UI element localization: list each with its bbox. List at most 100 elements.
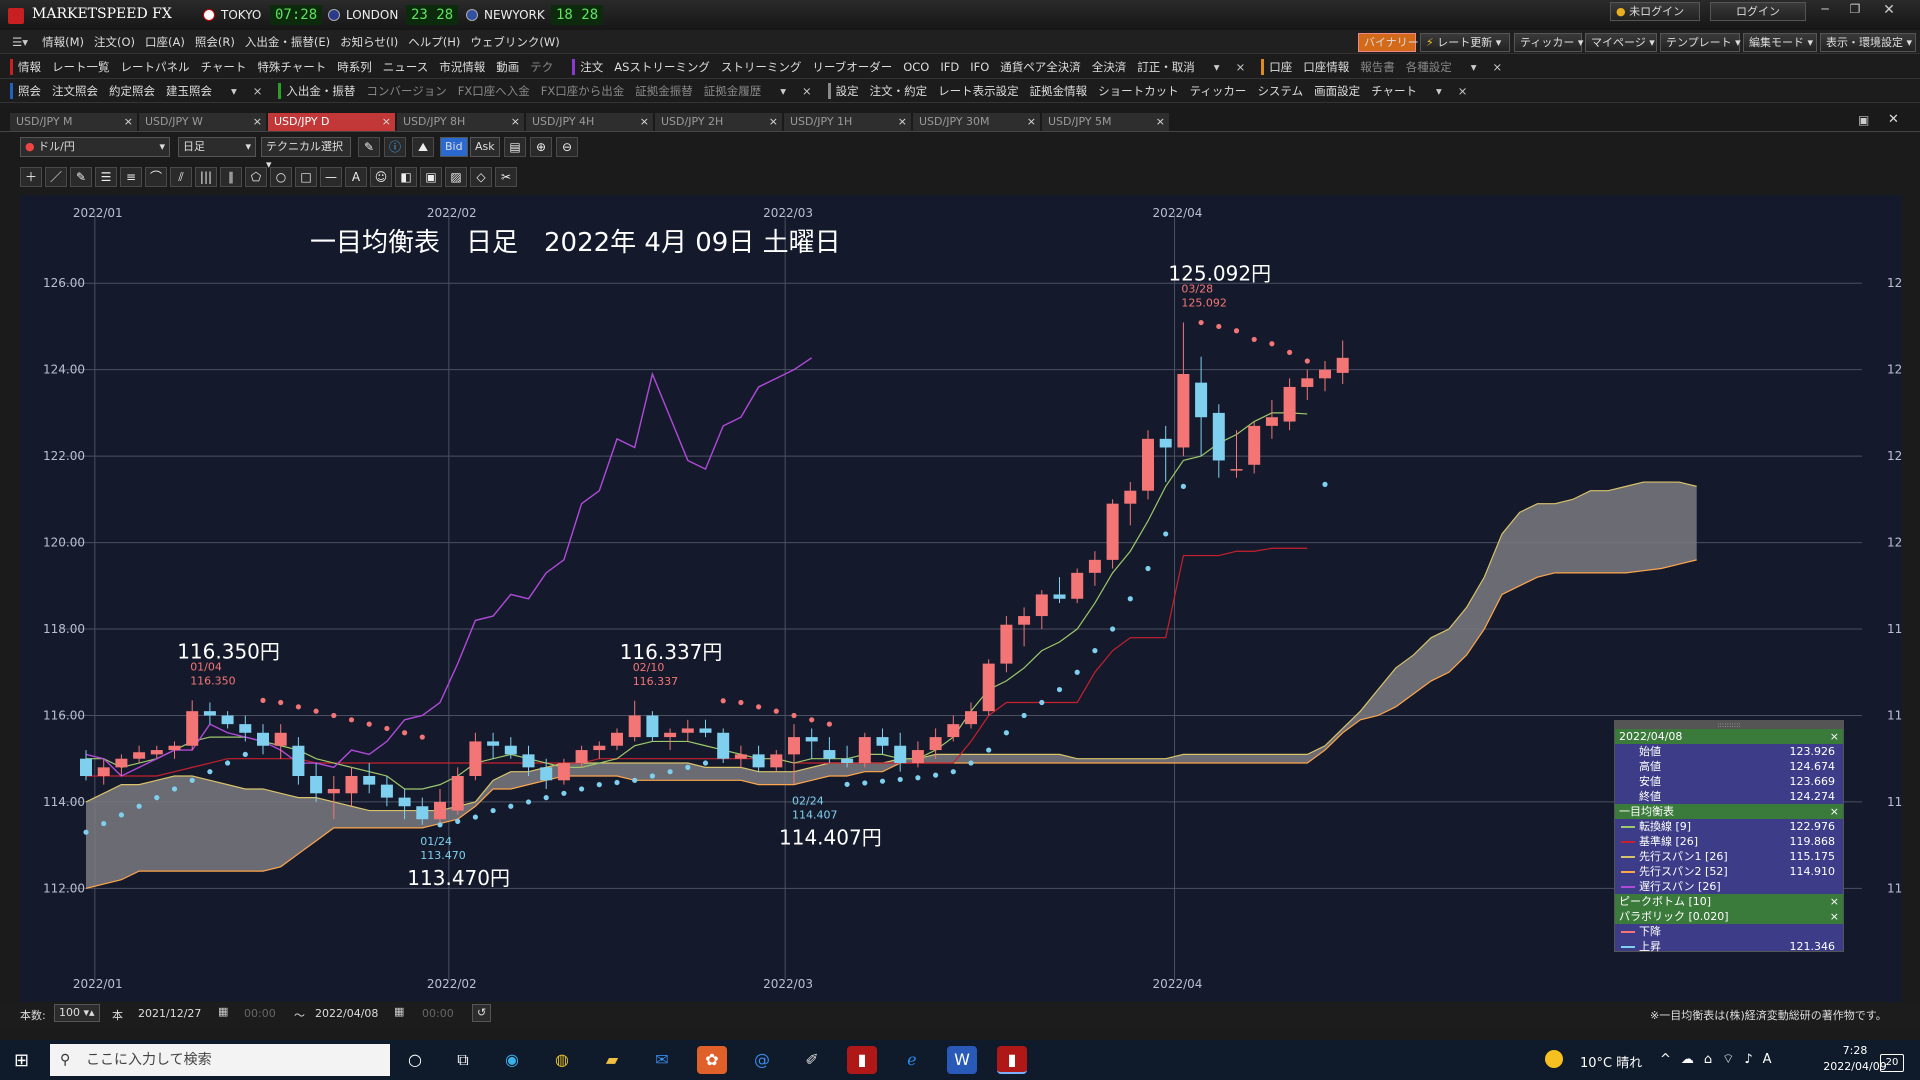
tb-modify-cancel[interactable]: 訂正・取消 bbox=[1137, 59, 1195, 75]
chrome-icon[interactable]: ◍ bbox=[547, 1046, 577, 1074]
hamburger-icon[interactable]: ☰▾ bbox=[12, 35, 28, 49]
ask-button[interactable]: Ask bbox=[470, 137, 500, 157]
tb-position-inquiry[interactable]: 建玉照会 bbox=[166, 83, 212, 99]
paste-icon[interactable]: ▣ bbox=[420, 167, 442, 187]
chart-type-icon[interactable]: ⛰ bbox=[412, 137, 434, 157]
chevron-down-icon[interactable]: ▾ bbox=[1436, 84, 1442, 98]
menu-inquiry[interactable]: 照会(R) bbox=[195, 34, 235, 50]
paint-icon[interactable]: ✐ bbox=[797, 1046, 827, 1074]
ruler-icon[interactable]: ✎ bbox=[70, 167, 92, 187]
to-date[interactable]: 2022/04/08 bbox=[315, 1007, 378, 1020]
close-icon[interactable]: × bbox=[124, 113, 133, 131]
tb-deposit-fx[interactable]: FX口座へ入金 bbox=[458, 83, 530, 99]
marketspeed-icon[interactable]: ▮ bbox=[847, 1046, 877, 1074]
hline-icon[interactable]: — bbox=[320, 167, 342, 187]
indicator-legend[interactable]: :::::::::: 2022/04/08 × 始値 123.926 高値 124.67… bbox=[1614, 720, 1844, 953]
copy-icon[interactable]: ◧ bbox=[395, 167, 417, 187]
tab-usd-jpy-m[interactable]: USD/JPY M × bbox=[10, 113, 137, 131]
restore-button[interactable]: ❐ bbox=[1842, 2, 1868, 22]
hlines-icon[interactable]: ☰ bbox=[95, 167, 117, 187]
tb-as-streaming[interactable]: ASストリーミング bbox=[614, 59, 710, 75]
tb-video[interactable]: 動画 bbox=[496, 59, 519, 75]
tb-chart[interactable]: チャート bbox=[201, 59, 247, 75]
tb-settings[interactable]: 各種設定 bbox=[1406, 59, 1452, 75]
marketspeed-active-icon[interactable]: ▮ bbox=[997, 1046, 1027, 1074]
crosshair-icon[interactable]: ＋ bbox=[20, 167, 42, 187]
chart-window-icon[interactable]: ▤ bbox=[504, 137, 526, 157]
edge-icon[interactable]: ◉ bbox=[497, 1046, 527, 1074]
binary-button[interactable]: バイナリー bbox=[1358, 33, 1419, 52]
close-icon[interactable]: ✕ bbox=[1888, 112, 1899, 127]
weather-text[interactable]: 10°C 晴れ bbox=[1580, 1052, 1642, 1071]
tb-close-all[interactable]: 全決済 bbox=[1092, 59, 1127, 75]
chevron-down-icon[interactable]: ▾ bbox=[780, 84, 786, 98]
stamp-icon[interactable]: ☺ bbox=[370, 167, 392, 187]
from-time[interactable]: 00:00 bbox=[244, 1007, 276, 1020]
tb-margin-transfer[interactable]: 証拠金振替 bbox=[635, 83, 693, 99]
from-date[interactable]: 2021/12/27 bbox=[138, 1007, 201, 1020]
technical-select[interactable]: テクニカル選択 ▾ bbox=[261, 137, 351, 171]
notification-badge[interactable]: 20 bbox=[1880, 1054, 1904, 1072]
tb-withdraw-fx[interactable]: FX口座から出金 bbox=[541, 83, 625, 99]
tb-rate-list[interactable]: レート一覧 bbox=[52, 59, 110, 75]
eraser-icon[interactable]: ◇ bbox=[470, 167, 492, 187]
app-icon[interactable]: ✿ bbox=[697, 1046, 727, 1074]
mypage-button[interactable]: マイページ ▾ bbox=[1585, 33, 1657, 52]
close-icon[interactable]: × bbox=[1458, 84, 1468, 98]
tb-margin-info[interactable]: 証拠金情報 bbox=[1030, 83, 1088, 99]
close-icon[interactable]: × bbox=[1027, 113, 1036, 131]
fib-icon[interactable]: ≡ bbox=[120, 167, 142, 187]
close-icon[interactable]: × bbox=[1236, 60, 1246, 74]
tab-usd-jpy-d[interactable]: USD/JPY D × bbox=[268, 113, 395, 131]
tb-account[interactable]: 口座 bbox=[1269, 59, 1292, 75]
polygon-icon[interactable]: ⬠ bbox=[245, 167, 267, 187]
menu-order[interactable]: 注文(O) bbox=[94, 34, 135, 50]
close-icon[interactable]: × bbox=[253, 84, 263, 98]
cortana-icon[interactable]: ○ bbox=[400, 1046, 430, 1074]
word-icon[interactable]: W bbox=[947, 1046, 977, 1074]
close-icon[interactable]: × bbox=[769, 113, 778, 131]
legend-handle[interactable]: :::::::::: bbox=[1615, 721, 1843, 729]
close-icon[interactable]: × bbox=[1156, 113, 1165, 131]
chevron-down-icon[interactable]: ▾ bbox=[231, 84, 237, 98]
tb-screen-settings[interactable]: 画面設定 bbox=[1314, 83, 1360, 99]
channel-icon[interactable]: ⫽ bbox=[170, 167, 192, 187]
tb-ifd[interactable]: IFD bbox=[940, 60, 959, 74]
tb-info[interactable]: 情報 bbox=[18, 59, 41, 75]
tb-timeseries[interactable]: 時系列 bbox=[337, 59, 372, 75]
tab-usd-jpy-30m[interactable]: USD/JPY 30M × bbox=[913, 113, 1040, 131]
menu-info[interactable]: 情報(M) bbox=[42, 34, 84, 50]
to-time[interactable]: 00:00 bbox=[422, 1007, 454, 1020]
tb-order-inquiry[interactable]: 注文照会 bbox=[52, 83, 98, 99]
folder-icon[interactable]: ▰ bbox=[597, 1046, 627, 1074]
maximize-icon[interactable]: ▣ bbox=[1858, 113, 1869, 127]
close-icon[interactable]: × bbox=[1492, 60, 1502, 74]
circle-icon[interactable]: ○ bbox=[270, 167, 292, 187]
tab-usd-jpy-w[interactable]: USD/JPY W × bbox=[139, 113, 266, 131]
tray-icons[interactable]: ^☁⌂⌔♪A bbox=[1660, 1051, 1782, 1067]
close-icon[interactable]: × bbox=[253, 113, 262, 131]
tb-system[interactable]: システム bbox=[1257, 83, 1303, 99]
close-icon[interactable]: × bbox=[898, 113, 907, 131]
pen-icon[interactable]: ✎ bbox=[358, 137, 380, 157]
tb-rate-panel[interactable]: レートパネル bbox=[121, 59, 190, 75]
refresh-icon[interactable]: ↺ bbox=[472, 1004, 492, 1022]
rate-update-button[interactable]: ⚡ レート更新 ▾ bbox=[1420, 33, 1510, 52]
menu-weblink[interactable]: ウェブリンク(W) bbox=[470, 34, 559, 50]
tb-account-info[interactable]: 口座情報 bbox=[1303, 59, 1349, 75]
info-icon[interactable]: ⓘ bbox=[384, 137, 406, 157]
tb-shortcut[interactable]: ショートカット bbox=[1098, 83, 1179, 99]
tb-rate-display[interactable]: レート表示設定 bbox=[938, 83, 1019, 99]
tb-market-info[interactable]: 市況情報 bbox=[439, 59, 485, 75]
tab-usd-jpy-4h[interactable]: USD/JPY 4H × bbox=[526, 113, 653, 131]
tb-streaming[interactable]: ストリーミング bbox=[721, 59, 802, 75]
period-select[interactable]: 日足 ▾ bbox=[178, 137, 256, 157]
close-icon[interactable]: × bbox=[382, 113, 391, 131]
ie-icon[interactable]: ℯ bbox=[897, 1046, 927, 1074]
bid-button[interactable]: Bid bbox=[440, 137, 468, 157]
tb-news[interactable]: ニュース bbox=[383, 59, 428, 75]
zoom-in-icon[interactable]: ⊕ bbox=[530, 137, 552, 157]
close-icon[interactable]: × bbox=[640, 113, 649, 131]
ticker-button[interactable]: ティッカー ▾ bbox=[1514, 33, 1583, 52]
zoom-out-icon[interactable]: ⊖ bbox=[556, 137, 578, 157]
